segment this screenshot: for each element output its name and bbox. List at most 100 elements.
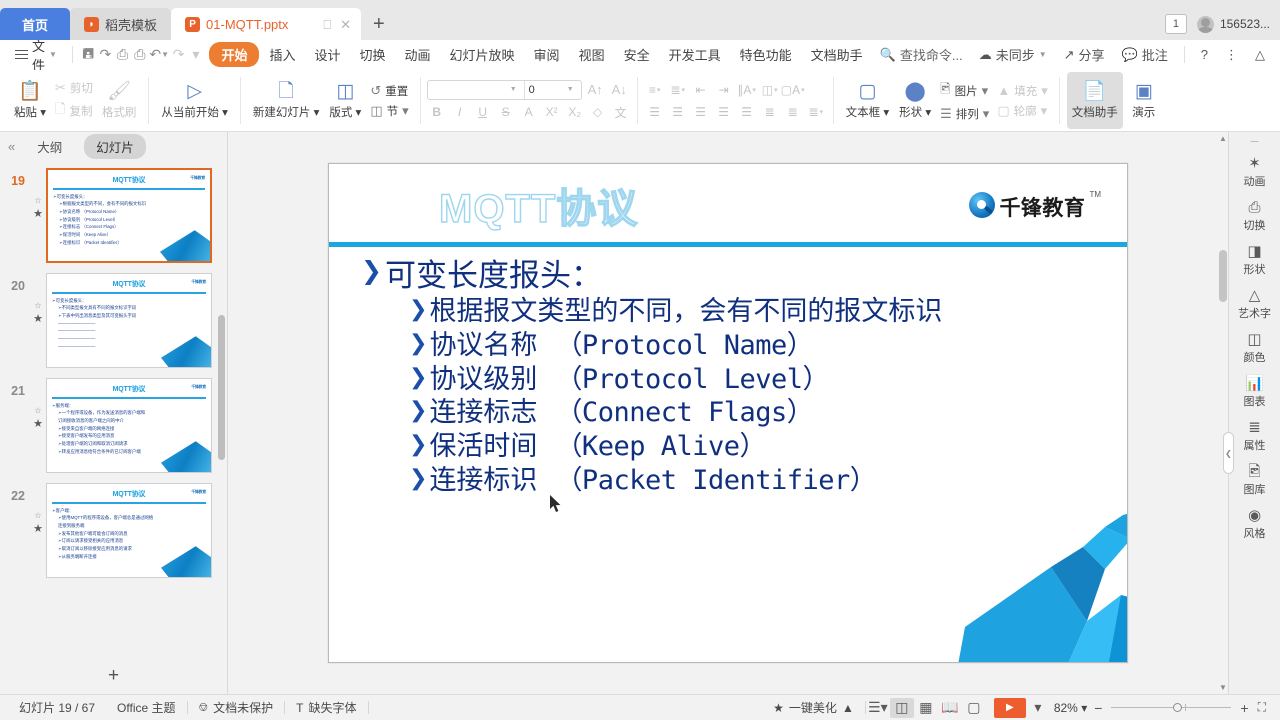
present-button[interactable]: ▣ 演示 — [1123, 72, 1165, 129]
slide-sorter-view-button[interactable]: ▦ — [914, 698, 938, 718]
beautify-button[interactable]: ★ 一键美化 ▲ — [762, 699, 865, 716]
underline-button[interactable]: U — [473, 103, 493, 122]
sync-status[interactable]: ☁ 未同步 ▼ — [972, 42, 1054, 67]
align-right-button[interactable]: ☰ — [690, 102, 712, 121]
undo-icon[interactable]: ↶ ▼ — [149, 44, 169, 66]
theme-name[interactable]: Office 主题 — [106, 699, 186, 716]
save-icon[interactable]: 🖪 — [81, 44, 96, 66]
thumbnail-card[interactable]: MQTT协议 千锋教育 ➢服务端： ➢一个程序或设备，作为发送消息的客户端和 订… — [46, 378, 212, 473]
decrease-font-size-button[interactable]: A↓ — [609, 80, 630, 99]
subscript-button[interactable]: X₂ — [565, 103, 585, 122]
column-button[interactable]: ≣ — [759, 102, 781, 121]
help-button[interactable]: ? — [1194, 44, 1215, 65]
sidebar-item-properties[interactable]: ≣ 属性 — [1230, 414, 1280, 458]
normal-view-button[interactable]: ◫ — [889, 697, 914, 718]
notes-view-button[interactable]: ▢ — [962, 698, 986, 718]
thumbnail-19[interactable]: 19 ☆ ★ MQTT协议 千锋教育 ➢可变长度报头： ➢根据报文类型的不同，会… — [0, 162, 227, 267]
scroll-up-icon[interactable]: ▲ — [1219, 134, 1227, 143]
comment-button[interactable]: 💬 批注 — [1115, 42, 1175, 67]
italic-button[interactable]: I — [450, 103, 470, 122]
thumbnail-card[interactable]: MQTT协议 千锋教育 ➢客户端： ➢使用MQTT的程序或设备，客户端总是通过网… — [46, 483, 212, 578]
close-icon[interactable]: ✕ — [340, 17, 351, 33]
quick-access-more-icon[interactable]: ▾ — [188, 44, 203, 66]
tab-design[interactable]: 设计 — [305, 42, 349, 67]
slide-canvas[interactable]: MQTT协议 千锋教育 TM ❯ 可变长度报头： ❯ 根据报文类型的不同，会有不… — [228, 132, 1228, 694]
arrange-button[interactable]: ☰ 排列 ▾ — [936, 105, 993, 123]
tab-devtools[interactable]: 开发工具 — [660, 42, 730, 67]
sidebar-item-style[interactable]: ◉ 风格 — [1230, 502, 1280, 546]
print-icon[interactable]: ⎙ — [115, 44, 130, 66]
sidebar-item-shape[interactable]: ◨ 形状 — [1230, 238, 1280, 282]
collapse-ribbon-icon[interactable]: △ — [1248, 44, 1272, 66]
clear-format-button[interactable]: ◇ — [588, 103, 608, 122]
sidebar-handle-icon[interactable]: ─ — [1251, 136, 1259, 148]
bold-button[interactable]: B — [427, 103, 447, 122]
more-options-icon[interactable]: ⋮ — [1218, 44, 1245, 66]
line-spacing-button[interactable]: ≣ ▾ — [805, 102, 827, 121]
tab-features[interactable]: 特色功能 — [731, 42, 801, 67]
justify-button[interactable]: ☰ — [713, 102, 735, 121]
search-command[interactable]: 🔍 查找命令... — [873, 42, 970, 67]
font-size-input[interactable]: 0 ▼ — [525, 81, 581, 99]
sidebar-collapse-handle[interactable]: ❮ — [1223, 432, 1234, 474]
section-button[interactable]: ◫ 节 ▾ — [366, 102, 412, 120]
thumbnail-22[interactable]: 22 ☆ ★ MQTT协议 千锋教育 ➢客户端： ➢使用MQTT的程序或设备，客… — [0, 477, 227, 582]
tab-insert[interactable]: 插入 — [260, 42, 304, 67]
zoom-slider[interactable] — [1111, 703, 1232, 712]
sidebar-item-gallery[interactable]: 🖻 图库 — [1230, 458, 1280, 502]
add-slide-button[interactable]: + — [0, 658, 227, 694]
zoom-level[interactable]: 82% ▾ — [1050, 701, 1091, 715]
increase-font-size-button[interactable]: A↑ — [585, 80, 606, 99]
thumbnail-21[interactable]: 21 ☆ ★ MQTT协议 千锋教育 ➢服务端： ➢一个程序或设备，作为发送消息… — [0, 372, 227, 477]
present-monitor-icon[interactable]: ⎕ — [323, 17, 331, 33]
zoom-slider-knob[interactable] — [1173, 703, 1183, 712]
document-protection[interactable]: ⎊ 文档未保护 — [188, 699, 285, 716]
tab-slides[interactable]: 幻灯片 — [84, 133, 146, 159]
tab-template[interactable]: 稻壳模板 — [70, 8, 172, 40]
tab-slideshow[interactable]: 幻灯片放映 — [441, 42, 524, 67]
paragraph-spacing-button[interactable]: ≣ — [782, 102, 804, 121]
layout-button[interactable]: ◫ 版式 ▾ — [324, 72, 366, 129]
paste-button[interactable]: 📋 粘贴 ▾ — [9, 72, 51, 129]
zoom-out-button[interactable]: − — [1091, 700, 1105, 716]
cloud-sync-icon[interactable]: ↷ — [98, 44, 113, 66]
increase-indent-button[interactable]: ⇥ — [713, 80, 735, 99]
share-button[interactable]: ↗ 分享 — [1057, 42, 1112, 67]
doc-assistant-button[interactable]: 📄 文档助手 — [1066, 72, 1123, 129]
slideshow-options-icon[interactable]: ▾ — [1026, 698, 1050, 718]
thumbnail-20[interactable]: 20 ☆ ★ MQTT协议 千锋教育 ➢可变长度报头： ➢不同类型报文具有不同的… — [0, 267, 227, 372]
view-options-button[interactable]: ☰▾ — [866, 698, 890, 718]
font-name-input[interactable]: ▼ — [428, 81, 524, 99]
sidebar-item-chart[interactable]: 📊 图表 — [1230, 370, 1280, 414]
tab-document[interactable]: 01-MQTT.pptx ⎕ ✕ — [171, 8, 362, 40]
new-slide-button[interactable]: 🗋 新建幻灯片 ▾ — [248, 72, 324, 129]
sidebar-item-color[interactable]: ◫ 颜色 — [1230, 326, 1280, 370]
superscript-button[interactable]: X² — [542, 103, 562, 122]
slide-title[interactable]: MQTT协议 — [438, 176, 638, 234]
align-center-button[interactable]: ☰ — [667, 102, 689, 121]
tab-security[interactable]: 安全 — [615, 42, 659, 67]
font-color-button[interactable]: A — [519, 103, 539, 122]
textbox-button[interactable]: ▢ 文本框 ▾ — [841, 72, 894, 129]
window-count-badge[interactable]: 1 — [1164, 14, 1187, 34]
convert-smartart-button[interactable]: ▢A ▾ — [781, 80, 805, 99]
tab-doc-assistant[interactable]: 文档助手 — [802, 42, 872, 67]
zoom-in-button[interactable]: + — [1237, 700, 1251, 716]
pinyin-guide-button[interactable]: 文 — [611, 103, 631, 122]
start-from-current-button[interactable]: ▷ 从当前开始 ▾ — [156, 72, 232, 129]
align-text-button[interactable]: ◫ ▾ — [759, 80, 781, 99]
scroll-down-icon[interactable]: ▼ — [1219, 683, 1227, 692]
tab-transition[interactable]: 切换 — [351, 42, 395, 67]
current-slide[interactable]: MQTT协议 千锋教育 TM ❯ 可变长度报头： ❯ 根据报文类型的不同，会有不… — [328, 163, 1128, 663]
reading-view-button[interactable]: 📖 — [938, 698, 962, 718]
tab-start[interactable]: 开始 — [209, 42, 260, 67]
collapse-pane-icon[interactable]: « — [8, 139, 15, 154]
strikethrough-button[interactable]: S — [496, 103, 516, 122]
start-slideshow-button[interactable]: ▶ — [993, 697, 1026, 718]
thumbnail-scrollbar[interactable] — [218, 315, 225, 460]
print-preview-icon[interactable]: ⎙ — [132, 44, 147, 66]
tab-view[interactable]: 视图 — [570, 42, 614, 67]
thumbnail-card[interactable]: MQTT协议 千锋教育 ➢可变长度报头： ➢根据报文类型的不同，会有不同的报文标… — [46, 168, 212, 263]
align-left-button[interactable]: ☰ — [644, 102, 666, 121]
slide-body[interactable]: ❯ 可变长度报头： ❯ 根据报文类型的不同，会有不同的报文标识 ❯ 协议名称 （… — [361, 256, 1107, 498]
